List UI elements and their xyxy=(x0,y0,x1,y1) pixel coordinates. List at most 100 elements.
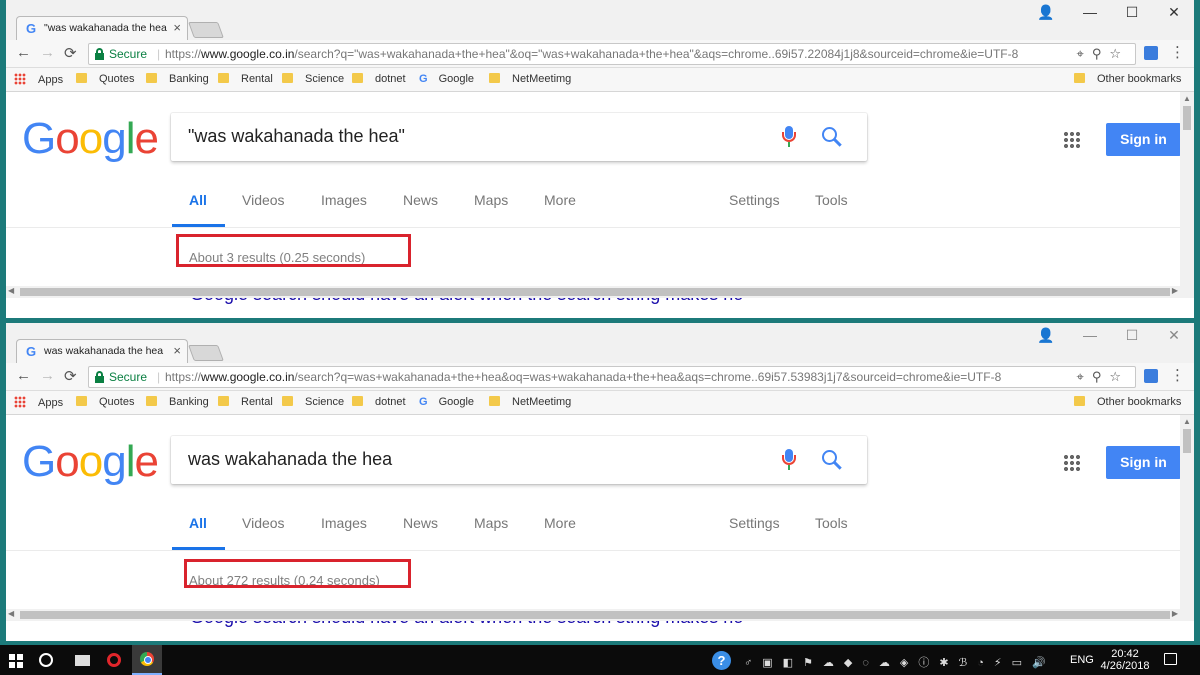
scroll-up-icon[interactable]: ▲ xyxy=(1183,94,1191,103)
bookmark-science[interactable]: Science xyxy=(282,73,344,85)
url-text[interactable]: https://www.google.co.in/search?q="was+w… xyxy=(165,47,1057,61)
tab-close-icon[interactable]: × xyxy=(173,343,181,358)
minimize-button[interactable]: — xyxy=(1070,4,1110,24)
bookmark-quotes[interactable]: Quotes xyxy=(76,396,134,408)
bookmark-quotes[interactable]: Quotes xyxy=(76,73,134,85)
reload-icon[interactable]: ⟳ xyxy=(64,367,77,385)
bookmark-dotnet[interactable]: dotnet xyxy=(352,73,406,85)
minimize-button[interactable]: — xyxy=(1070,327,1110,347)
location-zoom-star-icons[interactable]: ⌖⚲☆ xyxy=(1077,369,1130,385)
horizontal-scroll-thumb[interactable] xyxy=(20,288,1170,296)
vertical-scrollbar[interactable]: ▲ xyxy=(1180,415,1194,621)
bookmark-banking[interactable]: Banking xyxy=(146,396,209,408)
tab-all[interactable]: All xyxy=(189,515,207,531)
horizontal-scrollbar[interactable]: ◀ ▶ xyxy=(6,286,1194,298)
search-box[interactable]: "was wakahanada the hea" xyxy=(171,113,867,161)
search-box[interactable]: was wakahanada the hea xyxy=(171,436,867,484)
horizontal-scrollbar[interactable]: ◀ ▶ xyxy=(6,609,1194,621)
tab-all[interactable]: All xyxy=(189,192,207,208)
bookmark-apps[interactable]: Apps xyxy=(14,73,63,86)
tab-images[interactable]: Images xyxy=(321,515,367,531)
bookmark-netmeetimg[interactable]: NetMeetimg xyxy=(489,396,571,408)
tab-close-icon[interactable]: × xyxy=(173,20,181,35)
menu-icon[interactable]: ⋮ xyxy=(1170,366,1185,384)
scroll-left-icon[interactable]: ◀ xyxy=(8,609,14,618)
user-icon[interactable]: 👤 xyxy=(1026,327,1066,347)
scroll-right-icon[interactable]: ▶ xyxy=(1172,609,1178,618)
tab-videos[interactable]: Videos xyxy=(242,192,285,208)
browser-tab[interactable]: G was wakahanada the hea × xyxy=(16,339,188,363)
search-input[interactable]: was wakahanada the hea xyxy=(188,449,748,470)
user-icon[interactable]: 👤 xyxy=(1026,4,1066,24)
browser-tab[interactable]: G "was wakahanada the hea × xyxy=(16,16,188,40)
microphone-icon[interactable] xyxy=(782,126,796,148)
windows-start-icon[interactable] xyxy=(9,654,23,668)
scroll-left-icon[interactable]: ◀ xyxy=(8,286,14,295)
address-bar[interactable]: Secure | https://www.google.co.in/search… xyxy=(88,43,1136,65)
microphone-icon[interactable] xyxy=(782,449,796,471)
search-input[interactable]: "was wakahanada the hea" xyxy=(188,126,748,147)
help-icon[interactable]: ? xyxy=(712,651,731,670)
search-icon[interactable] xyxy=(822,127,844,149)
tab-more[interactable]: More xyxy=(544,515,576,531)
close-button[interactable]: ✕ xyxy=(1154,327,1194,347)
vertical-scrollbar[interactable]: ▲ xyxy=(1180,92,1194,298)
extension-icon[interactable] xyxy=(1144,46,1158,60)
bookmark-google[interactable]: G Google xyxy=(419,396,474,408)
tab-news[interactable]: News xyxy=(403,192,438,208)
tab-settings[interactable]: Settings xyxy=(729,192,780,208)
maximize-button[interactable]: ☐ xyxy=(1112,4,1152,24)
sign-in-button[interactable]: Sign in xyxy=(1106,123,1181,156)
action-center-icon[interactable] xyxy=(1164,653,1177,665)
language-indicator[interactable]: ENG xyxy=(1070,654,1094,666)
back-icon[interactable]: ← xyxy=(16,367,31,384)
maximize-button[interactable]: ☐ xyxy=(1112,327,1152,347)
bookmark-banking[interactable]: Banking xyxy=(146,73,209,85)
new-tab-button[interactable] xyxy=(188,22,224,38)
google-logo[interactable]: Google xyxy=(22,437,159,487)
scroll-right-icon[interactable]: ▶ xyxy=(1172,286,1178,295)
google-logo[interactable]: Google xyxy=(22,114,159,164)
mail-icon[interactable] xyxy=(75,655,90,666)
scroll-up-icon[interactable]: ▲ xyxy=(1183,417,1191,426)
bookmark-rental[interactable]: Rental xyxy=(218,396,273,408)
opera-icon[interactable] xyxy=(107,653,121,667)
clock[interactable]: 20:42 4/26/2018 xyxy=(1100,648,1150,672)
extension-icon[interactable] xyxy=(1144,369,1158,383)
tab-maps[interactable]: Maps xyxy=(474,192,508,208)
horizontal-scroll-thumb[interactable] xyxy=(20,611,1170,619)
url-text[interactable]: https://www.google.co.in/search?q=was+wa… xyxy=(165,370,1057,384)
bookmark-dotnet[interactable]: dotnet xyxy=(352,396,406,408)
tab-maps[interactable]: Maps xyxy=(474,515,508,531)
bookmark-science[interactable]: Science xyxy=(282,396,344,408)
location-zoom-star-icons[interactable]: ⌖⚲☆ xyxy=(1077,46,1130,62)
tab-news[interactable]: News xyxy=(403,515,438,531)
google-apps-icon[interactable] xyxy=(1063,454,1081,472)
reload-icon[interactable]: ⟳ xyxy=(64,44,77,62)
bookmark-apps[interactable]: Apps xyxy=(14,396,63,409)
other-bookmarks[interactable]: Other bookmarks xyxy=(1074,73,1181,85)
bookmark-rental[interactable]: Rental xyxy=(218,73,273,85)
other-bookmarks[interactable]: Other bookmarks xyxy=(1074,396,1181,408)
menu-icon[interactable]: ⋮ xyxy=(1170,43,1185,61)
back-icon[interactable]: ← xyxy=(16,44,31,61)
sign-in-button[interactable]: Sign in xyxy=(1106,446,1181,479)
search-icon[interactable] xyxy=(822,450,844,472)
scroll-thumb[interactable] xyxy=(1183,106,1191,130)
close-button[interactable]: ✕ xyxy=(1154,4,1194,24)
cortana-search-icon[interactable] xyxy=(39,653,53,667)
chrome-taskbar-button[interactable] xyxy=(132,645,162,675)
bookmark-google[interactable]: G Google xyxy=(419,73,474,85)
tab-videos[interactable]: Videos xyxy=(242,515,285,531)
tab-more[interactable]: More xyxy=(544,192,576,208)
tab-settings[interactable]: Settings xyxy=(729,515,780,531)
bookmark-netmeetimg[interactable]: NetMeetimg xyxy=(489,73,571,85)
system-tray-icons[interactable]: ♂▣◧⚑☁◆◌☁◈ⓘ✱ℬ◔⚡▭🔊 xyxy=(744,654,1056,670)
scroll-thumb[interactable] xyxy=(1183,429,1191,453)
forward-icon[interactable]: → xyxy=(40,44,55,61)
google-apps-icon[interactable] xyxy=(1063,131,1081,149)
tab-images[interactable]: Images xyxy=(321,192,367,208)
tab-tools[interactable]: Tools xyxy=(815,515,848,531)
tab-tools[interactable]: Tools xyxy=(815,192,848,208)
new-tab-button[interactable] xyxy=(188,345,224,361)
